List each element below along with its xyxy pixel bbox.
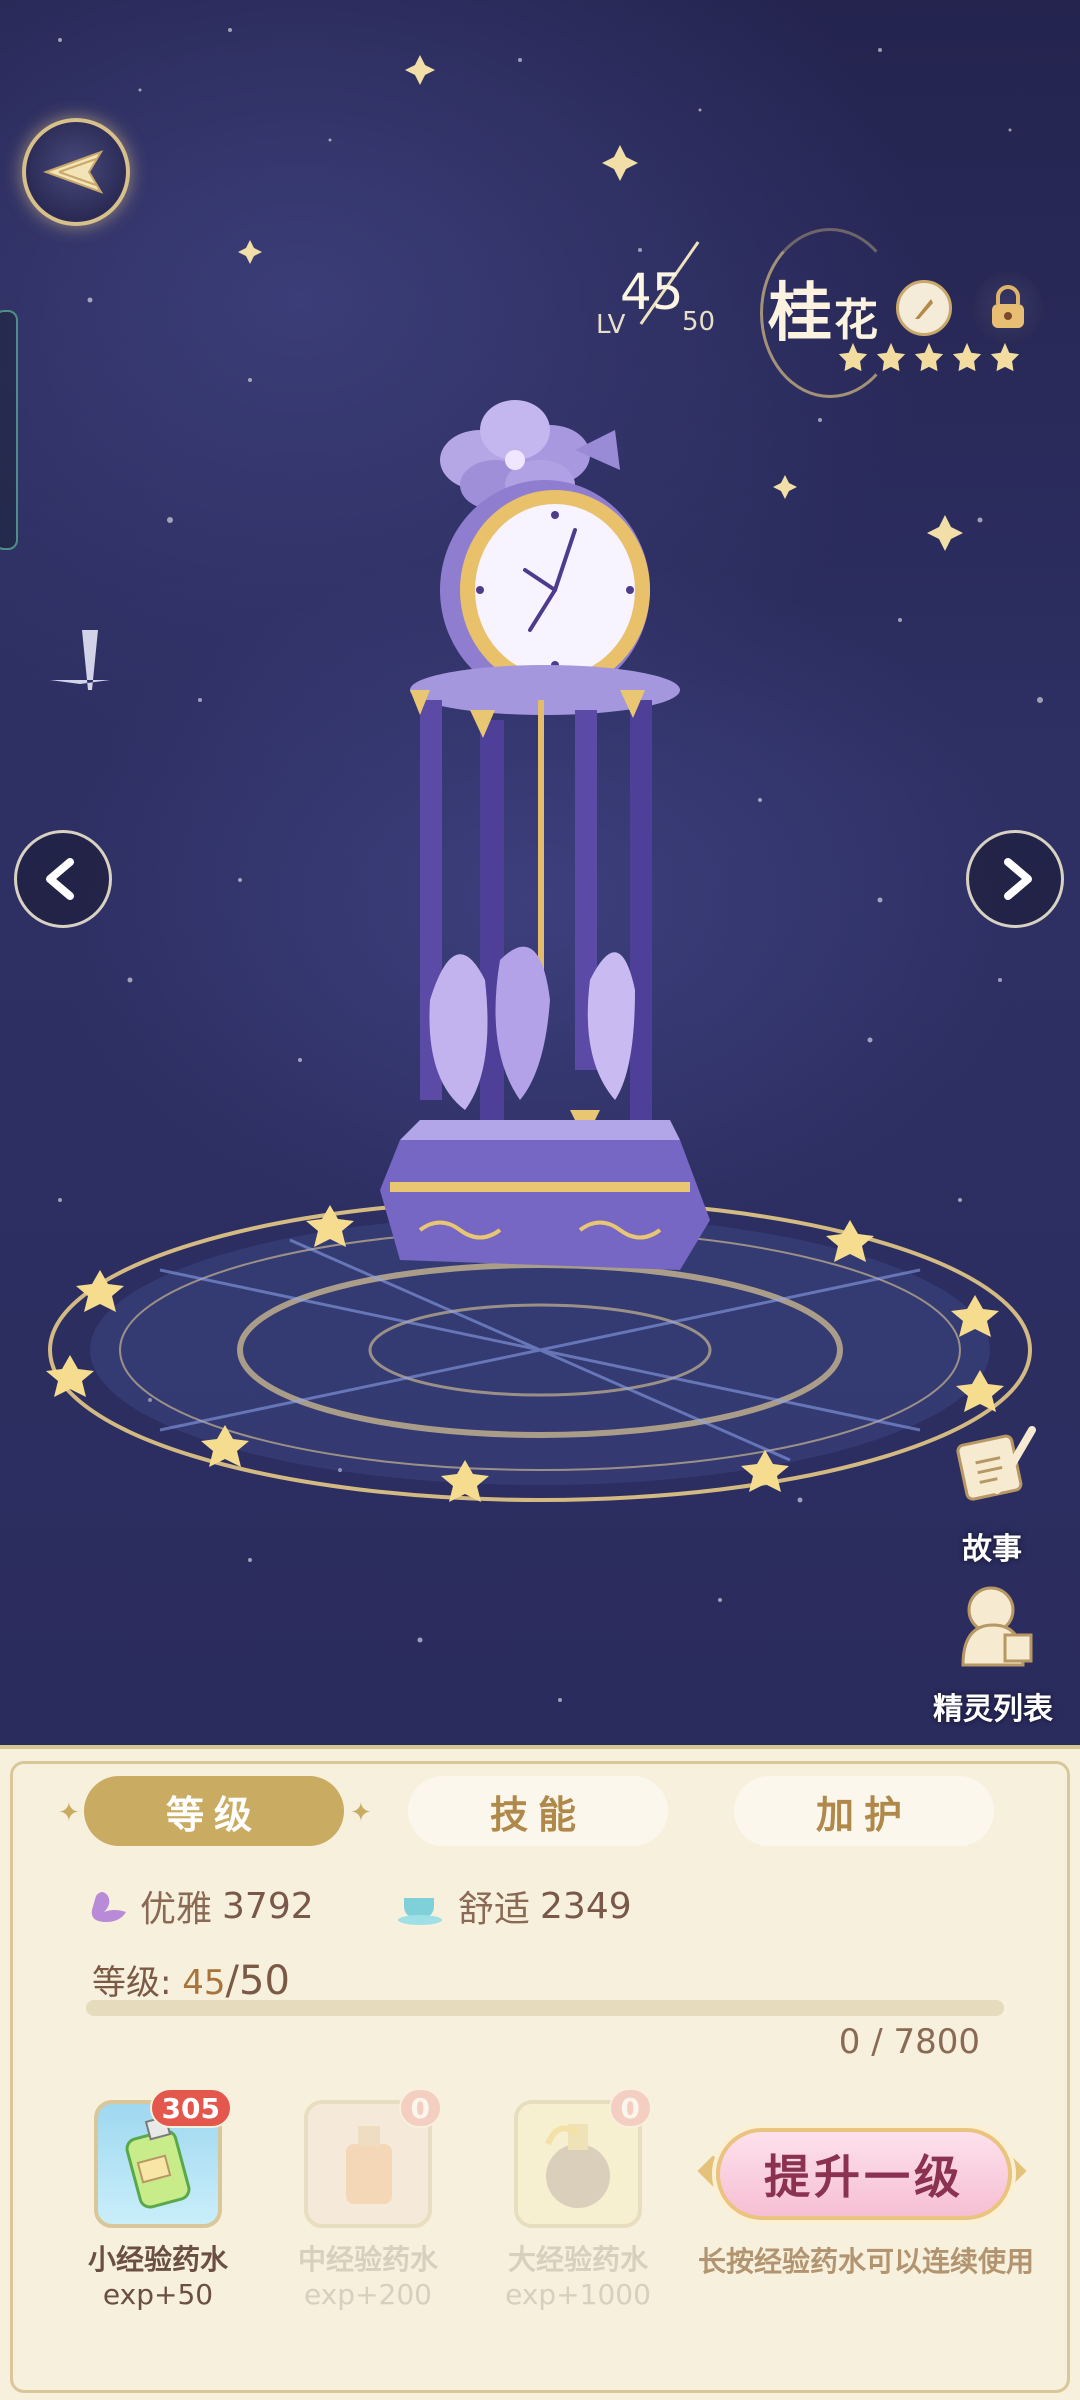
- level-label: LV: [596, 310, 626, 340]
- chevron-right-icon: [1004, 858, 1032, 900]
- previous-pet-button[interactable]: [14, 830, 112, 928]
- back-wing-icon: [43, 150, 104, 194]
- potion-exp: exp+200: [304, 2278, 432, 2311]
- quill-icon: [915, 299, 933, 319]
- spirit-list-label: 精灵列表: [933, 1692, 1053, 1727]
- tab-skill[interactable]: 技能: [408, 1776, 668, 1846]
- potion-name: 小经验药水: [87, 2243, 228, 2276]
- star-rating: [836, 340, 1022, 374]
- level-label-text: 等级:: [92, 1963, 183, 2003]
- potion-exp: exp+50: [102, 2278, 214, 2311]
- comfort-value: 2349: [540, 1885, 632, 1927]
- level-current-value: 45: [182, 1963, 226, 2003]
- level-max: 50: [682, 307, 716, 337]
- potion-count-badge: 0: [608, 2088, 652, 2128]
- elegance-value: 3792: [222, 1885, 314, 1927]
- large-exp-potion[interactable]: 0 大经验药水 exp+1000: [478, 2088, 678, 2311]
- pet-name-main: 桂: [768, 276, 834, 351]
- small-exp-potion[interactable]: 305 小经验药水 exp+50: [58, 2088, 258, 2311]
- potion-slot[interactable]: 0: [304, 2088, 442, 2228]
- level-up-button[interactable]: 提升一级: [716, 2128, 1012, 2220]
- medium-exp-potion[interactable]: 0 中经验药水 exp+200: [268, 2088, 468, 2311]
- potion-count-badge: 0: [398, 2088, 442, 2128]
- back-button[interactable]: [22, 118, 130, 226]
- comfort-label: 舒适: [458, 1889, 531, 1930]
- star-icon: [914, 342, 944, 372]
- story-label: 故事: [962, 1532, 1022, 1567]
- tab-level[interactable]: 等级: [84, 1776, 344, 1846]
- spirit-list-button[interactable]: 精灵列表: [918, 1580, 1068, 1728]
- star-icon: [876, 342, 906, 372]
- comfort-stat: 舒适 2349: [396, 1880, 632, 1932]
- lock-icon: [992, 285, 1024, 328]
- potion-slot[interactable]: 0: [514, 2088, 652, 2228]
- scroll-quill-icon: [956, 1426, 1036, 1501]
- potion-hint-text: 长按经验药水可以连续使用: [697, 2245, 1034, 2278]
- star-icon: [952, 342, 982, 372]
- elegance-label: 优雅: [140, 1889, 213, 1930]
- pet-name-rest: 花: [834, 295, 880, 346]
- lock-button[interactable]: [972, 272, 1044, 344]
- exp-progress-bar: [86, 2000, 1004, 2016]
- level-progress-label: 等级: 45/50: [92, 1955, 290, 2004]
- potion-name: 中经验药水: [297, 2243, 438, 2276]
- potion-count-badge: 305: [149, 2088, 232, 2128]
- star-icon: [838, 342, 868, 372]
- pet-scene: 45 LV 50 桂花 故事 精灵列表: [0, 0, 1080, 1745]
- potion-name: 大经验药水: [507, 2243, 648, 2276]
- tab-blessing[interactable]: 加护: [734, 1776, 994, 1846]
- potion-exp: exp+1000: [505, 2278, 651, 2311]
- level-current: 45: [620, 263, 684, 321]
- story-button[interactable]: 故事: [922, 1420, 1062, 1568]
- tab-sparkle-icon: ✦: [350, 1798, 372, 1828]
- elegance-stat: 优雅 3792: [88, 1880, 314, 1932]
- side-drawer-tab[interactable]: [0, 310, 18, 550]
- potion-slot[interactable]: 305: [94, 2088, 232, 2228]
- star-icon: [990, 342, 1020, 372]
- grandfather-clock-illustration: [380, 400, 710, 1270]
- exp-progress-text: 0 / 7800: [838, 2022, 980, 2062]
- chevron-left-icon: [46, 858, 74, 900]
- level-max-value: 50: [239, 1958, 290, 2004]
- teacup-icon: [398, 1898, 442, 1925]
- level-indicator: 45 LV 50: [590, 241, 730, 345]
- spirit-gift-icon: [961, 1586, 1033, 1667]
- rename-button[interactable]: [896, 280, 952, 336]
- level-separator: /: [225, 1958, 240, 2004]
- swan-icon: [91, 1892, 126, 1922]
- next-pet-button[interactable]: [966, 830, 1064, 928]
- tab-sparkle-icon: ✦: [58, 1798, 80, 1828]
